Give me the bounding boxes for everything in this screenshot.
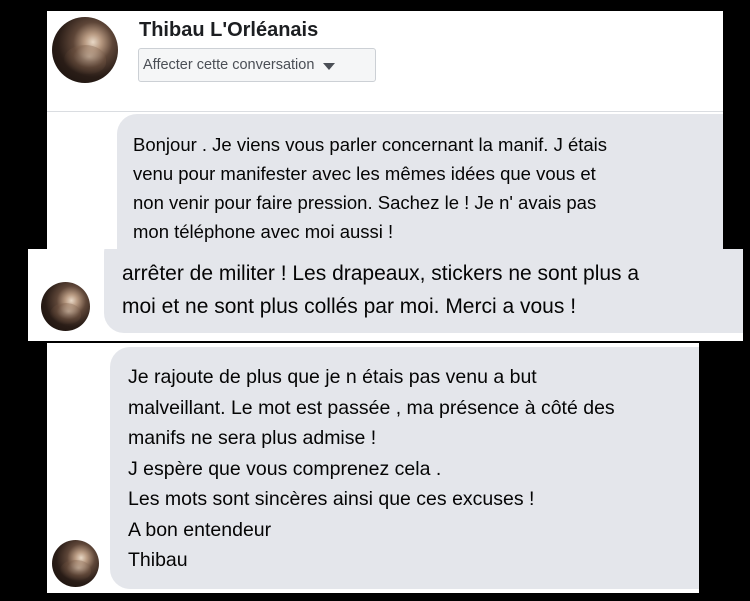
contact-avatar[interactable] <box>52 17 118 83</box>
message-line: venu pour manifester avec les mêmes idée… <box>133 163 596 184</box>
message-line: malveillant. Le mot est passée , ma prés… <box>128 396 615 419</box>
message-line: A bon entendeur <box>128 518 272 541</box>
assign-conversation-dropdown[interactable]: Affecter cette conversation <box>138 48 376 82</box>
message-line: non venir pour faire pression. Sachez le… <box>133 192 597 213</box>
message-line: mon téléphone avec moi aussi ! <box>133 221 394 242</box>
assign-conversation-label: Affecter cette conversation <box>143 57 315 73</box>
message-bubble: Bonjour . Je viens vous parler concernan… <box>117 114 723 249</box>
message-line: arrêter de militer ! Les drapeaux, stick… <box>122 262 640 285</box>
message-line: Thibau <box>128 549 188 571</box>
message-line: Je rajoute de plus que je n étais pas ve… <box>128 366 537 388</box>
conversation-panel-top: Thibau L'Orléanais Affecter cette conver… <box>47 11 723 249</box>
message-line: Les mots sont sincères ainsi que ces exc… <box>128 488 535 510</box>
message-line: manifs ne sera plus admise ! <box>128 427 377 449</box>
message-bubble: Je rajoute de plus que je n étais pas ve… <box>110 347 699 589</box>
conversation-panel-middle: arrêter de militer ! Les drapeaux, stick… <box>28 249 743 341</box>
contact-name[interactable]: Thibau L'Orléanais <box>139 19 318 42</box>
caret-down-icon <box>323 62 336 70</box>
header-divider <box>47 111 723 112</box>
message-line: J espère que vous comprenez cela . <box>128 457 442 480</box>
message-line: moi et ne sont plus collés par moi. Merc… <box>122 295 577 318</box>
contact-avatar-small[interactable] <box>41 282 90 331</box>
message-bubble: arrêter de militer ! Les drapeaux, stick… <box>104 249 743 333</box>
message-line: Bonjour . Je viens vous parler concernan… <box>133 134 608 155</box>
contact-avatar-small[interactable] <box>52 540 99 587</box>
conversation-panel-bottom: Je rajoute de plus que je n étais pas ve… <box>47 343 699 593</box>
